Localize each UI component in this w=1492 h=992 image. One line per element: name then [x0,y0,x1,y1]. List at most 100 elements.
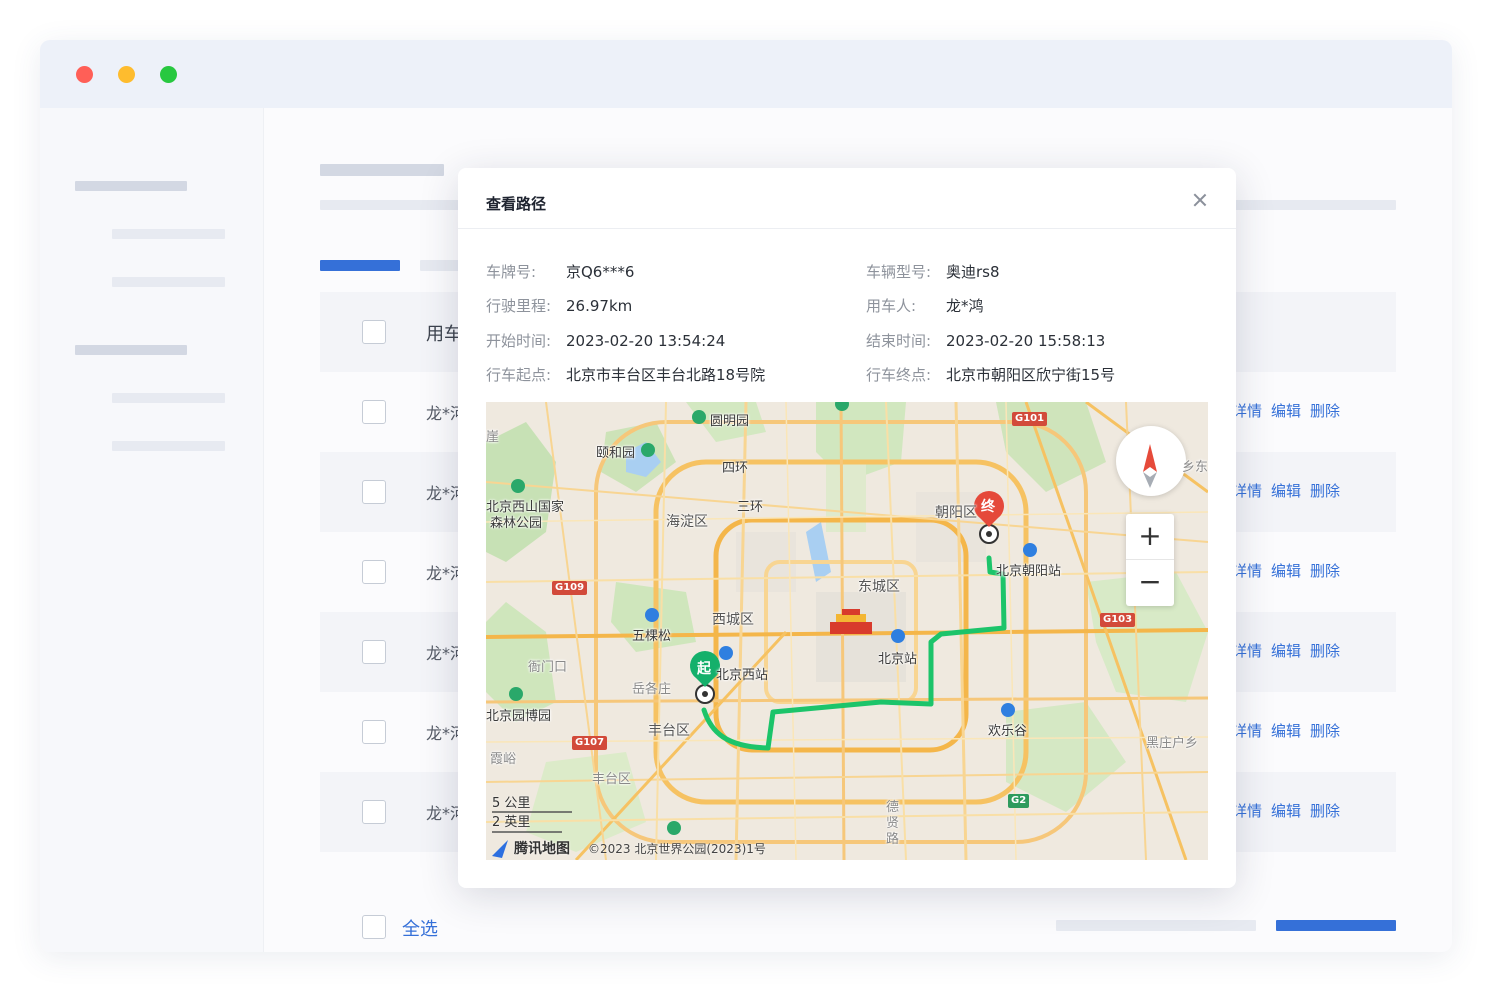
highway-shield: G109 [552,581,588,595]
edit-link[interactable]: 编辑 [1271,722,1301,740]
column-header-user: 用车 [426,324,462,345]
row-checkbox[interactable] [362,560,386,584]
row-checkbox[interactable] [362,640,386,664]
dialog-divider [458,228,1236,229]
dialog-title: 查看路径 [486,195,547,213]
delete-link[interactable]: 删除 [1310,722,1340,740]
sidebar-item-placeholder[interactable] [112,277,225,287]
sidebar-item-placeholder[interactable] [112,229,225,239]
map-label: 霞峪 [490,752,517,767]
map-label: 东城区 [858,579,900,595]
map-label: 丰台区 [592,772,632,787]
select-all-label[interactable]: 全选 [402,915,438,941]
start-point-label: 行车起点: [486,366,552,384]
delete-link[interactable]: 删除 [1310,402,1340,420]
edit-link[interactable]: 编辑 [1271,562,1301,580]
user-value: 龙*鸿 [946,297,984,315]
header-checkbox[interactable] [362,320,386,344]
close-window-button[interactable] [76,66,93,83]
sidebar-group-placeholder[interactable] [75,345,187,355]
plate-field: 车牌号: 京Q6***6 [486,261,634,282]
detail-link[interactable]: 详情 [1232,402,1262,420]
title-bar [40,40,1452,108]
map-label: 五棵松 [632,629,672,644]
detail-link[interactable]: 详情 [1232,642,1262,660]
primary-action-placeholder[interactable] [1276,920,1396,931]
map-label: 颐和园 [596,446,636,461]
row-checkbox[interactable] [362,800,386,824]
highway-shield: G101 [1012,412,1048,426]
map-copyright: ©2023 北京世界公园(2023)1号 [588,842,766,856]
zoom-in-button[interactable]: + [1126,514,1174,560]
detail-link[interactable]: 详情 [1232,802,1262,820]
row-actions: 详情 编辑 删除 [1232,640,1349,661]
map-label: 森林公园 [490,516,543,531]
pagination-placeholder[interactable] [1056,920,1256,931]
map-label: 丰台区 [648,723,690,739]
map-base [486,402,1208,860]
zoom-control: + − [1126,514,1174,606]
row-actions: 详情 编辑 删除 [1232,560,1349,581]
row-actions: 详情 编辑 删除 [1232,800,1349,821]
start-time-field: 开始时间: 2023-02-20 13:54:24 [486,330,725,351]
maximize-window-button[interactable] [160,66,177,83]
minimize-window-button[interactable] [118,66,135,83]
row-checkbox[interactable] [362,480,386,504]
row-checkbox[interactable] [362,400,386,424]
map-label: 北京站 [878,652,918,667]
page-title-placeholder [320,164,444,176]
map-label: 北京西站 [716,668,769,683]
map-label: 岳各庄 [632,682,672,697]
close-icon[interactable] [1190,190,1210,210]
highway-shield: G107 [572,736,608,750]
active-tab-indicator[interactable] [320,260,400,271]
map-label: 北京朝阳站 [996,564,1062,579]
user-field: 用车人: 龙*鸿 [866,295,984,316]
row-actions: 详情 编辑 删除 [1232,400,1349,421]
select-all-checkbox[interactable] [362,915,386,939]
map-label: 黑庄户乡 [1146,736,1199,751]
detail-link[interactable]: 详情 [1232,562,1262,580]
sidebar [40,108,264,952]
highway-shield: G103 [1100,613,1136,627]
mileage-field: 行驶里程: 26.97km [486,295,632,316]
map-label: 德贤路 [886,800,900,847]
sidebar-item-placeholder[interactable] [112,441,225,451]
detail-link[interactable]: 详情 [1232,722,1262,740]
start-time-label: 开始时间: [486,332,552,350]
row-actions: 详情 编辑 删除 [1232,480,1349,501]
zoom-out-button[interactable]: − [1126,560,1174,606]
sidebar-group-placeholder[interactable] [75,181,187,191]
plate-value: 京Q6***6 [566,263,635,281]
map-label: 西城区 [712,612,754,628]
end-time-value: 2023-02-20 15:58:13 [946,332,1106,350]
model-label: 车辆型号: [866,263,932,281]
detail-link[interactable]: 详情 [1232,482,1262,500]
map-brand-logo: 腾讯地图 [514,841,570,857]
model-value: 奥迪rs8 [946,263,1000,281]
delete-link[interactable]: 删除 [1310,642,1340,660]
start-marker-label: 起 [697,661,711,677]
compass-control[interactable] [1116,426,1186,496]
route-dialog: 查看路径 车牌号: 京Q6***6 车辆型号: 奥迪rs8 行驶里程: 26.97km… [458,168,1236,888]
map-label: 北京园博园 [486,709,552,724]
edit-link[interactable]: 编辑 [1271,482,1301,500]
highway-shield: G2 [1008,794,1030,808]
start-point-field: 行车起点: 北京市丰台区丰台北路18号院 [486,364,765,385]
map-label: 海淀区 [666,514,708,530]
edit-link[interactable]: 编辑 [1271,642,1301,660]
end-point-field: 行车终点: 北京市朝阳区欣宁街15号 [866,364,1115,385]
edit-link[interactable]: 编辑 [1271,402,1301,420]
map-label: 四环 [722,461,749,476]
sidebar-item-placeholder[interactable] [112,393,225,403]
delete-link[interactable]: 删除 [1310,802,1340,820]
delete-link[interactable]: 删除 [1310,562,1340,580]
map-label: 圆明园 [710,414,750,429]
map-label: 崖 [486,430,500,445]
row-checkbox[interactable] [362,720,386,744]
route-map[interactable]: + − 起 终 圆明园 颐和园 四环 三环 北京西山国家 森林公园 海淀区 朝阳… [486,402,1208,860]
delete-link[interactable]: 删除 [1310,482,1340,500]
end-time-label: 结束时间: [866,332,932,350]
edit-link[interactable]: 编辑 [1271,802,1301,820]
end-point-label: 行车终点: [866,366,932,384]
